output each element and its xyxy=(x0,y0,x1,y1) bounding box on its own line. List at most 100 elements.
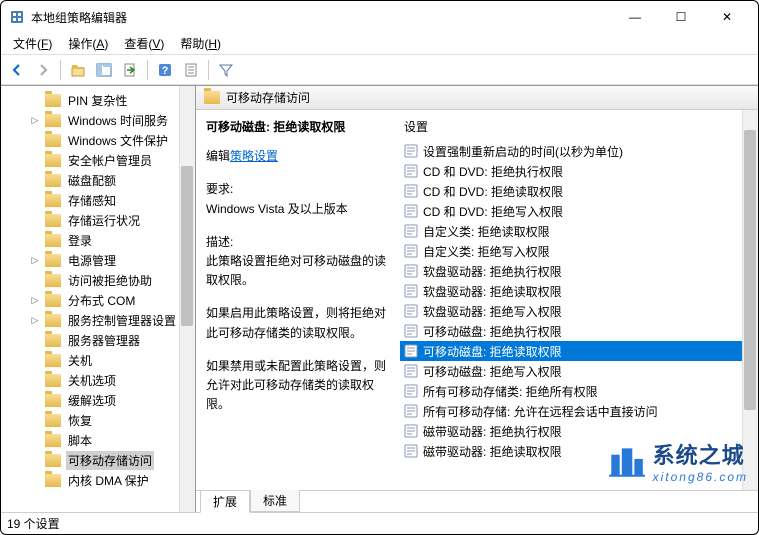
help-button[interactable]: ? xyxy=(153,58,177,82)
setting-label: 自定义类: 拒绝写入权限 xyxy=(423,243,550,260)
policy-icon xyxy=(404,304,418,318)
menu-action[interactable]: 操作(A) xyxy=(60,33,116,54)
tree-expand-icon[interactable]: ▷ xyxy=(29,115,41,126)
tree-item-label: 分布式 COM xyxy=(66,291,137,310)
tree-item[interactable]: 安全帐户管理员 xyxy=(1,150,195,170)
export-button[interactable] xyxy=(118,58,142,82)
folder-icon xyxy=(45,394,61,407)
settings-scrollbar[interactable] xyxy=(742,110,758,490)
description-section: 描述: 此策略设置拒绝对可移动磁盘的读取权限。 xyxy=(206,233,386,291)
folder-icon xyxy=(45,374,61,387)
tree-item[interactable]: Windows 文件保护 xyxy=(1,130,195,150)
up-button[interactable] xyxy=(66,58,90,82)
tree-item[interactable]: 可移动存储访问 xyxy=(1,450,195,470)
folder-icon xyxy=(45,414,61,427)
setting-item[interactable]: 所有可移动存储: 允许在远程会话中直接访问 xyxy=(400,401,754,421)
window-controls: — ☐ ✕ xyxy=(612,2,750,32)
tree-item[interactable]: 关机 xyxy=(1,350,195,370)
tree-item-label: 可移动存储访问 xyxy=(66,451,154,470)
setting-item[interactable]: CD 和 DVD: 拒绝写入权限 xyxy=(400,201,754,221)
filter-button[interactable] xyxy=(214,58,238,82)
setting-item[interactable]: 软盘驱动器: 拒绝执行权限 xyxy=(400,261,754,281)
tree-item[interactable]: 关机选项 xyxy=(1,370,195,390)
maximize-button[interactable]: ☐ xyxy=(658,2,704,32)
tree-item-label: 恢复 xyxy=(66,411,94,430)
setting-item[interactable]: 自定义类: 拒绝读取权限 xyxy=(400,221,754,241)
close-button[interactable]: ✕ xyxy=(704,2,750,32)
tree-item-label: 脚本 xyxy=(66,431,94,450)
tree-item[interactable]: ▷服务控制管理器设置 xyxy=(1,310,195,330)
tree-expand-icon[interactable]: ▷ xyxy=(29,255,41,266)
setting-item[interactable]: 自定义类: 拒绝写入权限 xyxy=(400,241,754,261)
folder-icon xyxy=(45,354,61,367)
menu-file[interactable]: 文件(F) xyxy=(5,33,60,54)
policy-icon xyxy=(404,244,418,258)
tree-item[interactable]: PIN 复杂性 xyxy=(1,90,195,110)
menu-help[interactable]: 帮助(H) xyxy=(172,33,229,54)
back-button[interactable] xyxy=(5,58,29,82)
show-hide-tree-button[interactable] xyxy=(92,58,116,82)
setting-item[interactable]: 设置强制重新启动的时间(以秒为单位) xyxy=(400,141,754,161)
tab-standard[interactable]: 标准 xyxy=(250,490,300,512)
tree-item[interactable]: ▷Windows 时间服务 xyxy=(1,110,195,130)
tree-item[interactable]: 访问被拒绝协助 xyxy=(1,270,195,290)
settings-pane[interactable]: 设置 设置强制重新启动的时间(以秒为单位)CD 和 DVD: 拒绝执行权限CD … xyxy=(396,110,758,490)
folder-icon xyxy=(45,134,61,147)
tree-item-label: PIN 复杂性 xyxy=(66,91,129,110)
minimize-button[interactable]: — xyxy=(612,2,658,32)
setting-item[interactable]: 所有可移动存储类: 拒绝所有权限 xyxy=(400,381,754,401)
description-para2: 如果禁用或未配置此策略设置，则允许对此可移动存储类的读取权限。 xyxy=(206,357,386,415)
tree-item[interactable]: 存储感知 xyxy=(1,190,195,210)
setting-item[interactable]: 可移动磁盘: 拒绝写入权限 xyxy=(400,361,754,381)
tree-pane[interactable]: PIN 复杂性▷Windows 时间服务Windows 文件保护安全帐户管理员磁… xyxy=(1,86,196,512)
properties-button[interactable] xyxy=(179,58,203,82)
setting-item[interactable]: CD 和 DVD: 拒绝读取权限 xyxy=(400,181,754,201)
tree-item[interactable]: 登录 xyxy=(1,230,195,250)
setting-label: CD 和 DVD: 拒绝执行权限 xyxy=(423,163,563,180)
tree-item-label: 存储感知 xyxy=(66,191,118,210)
settings-scroll-thumb[interactable] xyxy=(744,130,756,410)
setting-item[interactable]: 软盘驱动器: 拒绝写入权限 xyxy=(400,301,754,321)
tree-item[interactable]: 恢复 xyxy=(1,410,195,430)
folder-icon xyxy=(45,254,61,267)
tree-item[interactable]: 内核 DMA 保护 xyxy=(1,470,195,490)
folder-icon xyxy=(45,214,61,227)
tree-item[interactable]: 缓解选项 xyxy=(1,390,195,410)
tree-expand-icon[interactable]: ▷ xyxy=(29,315,41,326)
tree-item-label: 关机 xyxy=(66,351,94,370)
tree-item[interactable]: 磁盘配额 xyxy=(1,170,195,190)
folder-icon xyxy=(204,91,220,104)
tree-item[interactable]: ▷ 分布式 COM xyxy=(1,290,195,310)
setting-item[interactable]: CD 和 DVD: 拒绝执行权限 xyxy=(400,161,754,181)
edit-policy-link[interactable]: 策略设置 xyxy=(230,149,278,163)
setting-item[interactable]: 可移动磁盘: 拒绝读取权限 xyxy=(400,341,754,361)
tree-item-label: 电源管理 xyxy=(66,251,118,270)
requirements-text: Windows Vista 及以上版本 xyxy=(206,200,386,219)
tab-extended[interactable]: 扩展 xyxy=(200,491,250,513)
policy-icon xyxy=(404,384,418,398)
policy-icon xyxy=(404,364,418,378)
setting-item[interactable]: 软盘驱动器: 拒绝读取权限 xyxy=(400,281,754,301)
tree-item[interactable]: 服务器管理器 xyxy=(1,330,195,350)
tree-item[interactable]: ▷ 电源管理 xyxy=(1,250,195,270)
tree-item-label: Windows 文件保护 xyxy=(66,131,170,150)
setting-item[interactable]: 可移动磁盘: 拒绝执行权限 xyxy=(400,321,754,341)
tree-scroll-thumb[interactable] xyxy=(181,166,193,326)
tree-expand-icon[interactable]: ▷ xyxy=(29,295,41,306)
tree-item-label: 关机选项 xyxy=(66,371,118,390)
policy-icon xyxy=(404,404,418,418)
tree-item-label: 内核 DMA 保护 xyxy=(66,471,151,490)
content-body: 可移动磁盘: 拒绝读取权限 编辑策略设置 要求: Windows Vista 及… xyxy=(196,110,758,490)
window-title: 本地组策略编辑器 xyxy=(31,9,612,26)
setting-label: CD 和 DVD: 拒绝写入权限 xyxy=(423,203,563,220)
tree-scrollbar[interactable] xyxy=(179,86,195,512)
policy-icon xyxy=(404,424,418,438)
settings-column-header[interactable]: 设置 xyxy=(400,116,754,137)
folder-icon xyxy=(45,454,61,467)
forward-button[interactable] xyxy=(31,58,55,82)
tree-item[interactable]: 脚本 xyxy=(1,430,195,450)
policy-icon xyxy=(404,224,418,238)
tree-item[interactable]: 存储运行状况 xyxy=(1,210,195,230)
menu-view[interactable]: 查看(V) xyxy=(116,33,172,54)
setting-label: 可移动磁盘: 拒绝读取权限 xyxy=(423,343,562,360)
